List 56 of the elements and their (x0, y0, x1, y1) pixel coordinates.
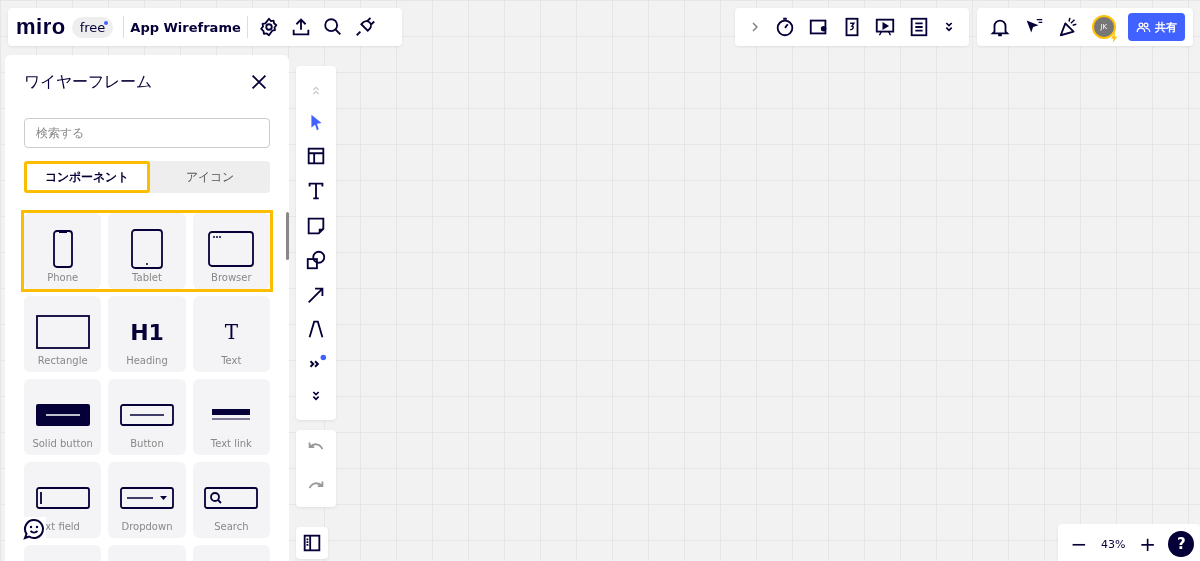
logo[interactable]: miro (16, 14, 66, 40)
tile-label: xt field (45, 521, 80, 532)
panel-title: ワイヤーフレーム (24, 71, 152, 93)
plan-badge[interactable]: free (71, 16, 114, 38)
tablet-icon (131, 229, 163, 269)
search-field[interactable]: 検索する (24, 118, 270, 148)
presentation-icon[interactable] (874, 16, 897, 38)
component-tile[interactable]: T Text (192, 296, 270, 372)
sidebar-toggle-icon[interactable] (301, 532, 323, 554)
component-tile[interactable]: Dropdown (108, 462, 186, 538)
component-tile[interactable]: Text link (192, 379, 270, 455)
settings-icon[interactable] (257, 16, 280, 38)
heading-glyph: H1 (130, 319, 164, 345)
zoom-in-button[interactable]: + (1136, 532, 1159, 556)
tile-label: Phone (47, 272, 79, 283)
phone-icon (52, 230, 73, 268)
tile-label: Tablet (132, 272, 162, 283)
zoom-out-button[interactable]: − (1068, 532, 1090, 556)
help-button[interactable]: ? (1168, 531, 1194, 557)
scrollbar-thumb[interactable] (286, 212, 289, 260)
component-tile[interactable]: Solid button (24, 379, 102, 455)
component-tile[interactable]: xt field (24, 462, 102, 538)
tab[interactable]: コンポーネント (24, 161, 150, 193)
tile-label: Dropdown (121, 521, 173, 532)
tile-label: Button (130, 438, 164, 449)
dropdown-icon (120, 487, 174, 509)
text-glyph: T (224, 320, 238, 344)
search-icon[interactable] (321, 16, 344, 38)
text-link-icon (212, 409, 251, 421)
shapes-icon[interactable] (305, 249, 327, 272)
solid-button-icon (35, 404, 90, 426)
tile-label: Solid button (32, 438, 93, 449)
tile-label: Text (221, 355, 242, 366)
outline-button-icon (120, 404, 174, 426)
component-tile[interactable]: Button (108, 379, 186, 455)
tab[interactable]: アイコン (150, 161, 270, 193)
component-tile[interactable]: Browser (192, 213, 270, 289)
plug-icon[interactable] (353, 16, 376, 38)
tile-label: Browser (211, 272, 252, 283)
zoom-level: 43% (1100, 537, 1127, 551)
text-field-icon (35, 487, 90, 509)
chat-icon[interactable] (22, 517, 46, 541)
rectangle-icon (35, 315, 90, 349)
component-tile[interactable]: Search (192, 462, 270, 538)
component-tile[interactable]: Tablet (108, 213, 186, 289)
board-title[interactable]: App Wireframe (130, 19, 241, 35)
tile-label: Text link (210, 438, 252, 449)
share-button[interactable]: 共有 (1128, 13, 1185, 41)
tile-label: Heading (126, 355, 168, 366)
search-bar-icon (204, 487, 259, 509)
tile-label: Search (214, 521, 249, 532)
browser-window-icon (208, 231, 255, 267)
tile-label: Rectangle (37, 355, 88, 366)
component-tile[interactable]: H1 Heading (108, 296, 186, 372)
component-tile[interactable]: Phone (24, 213, 102, 289)
component-tile[interactable]: Rectangle (24, 296, 102, 372)
